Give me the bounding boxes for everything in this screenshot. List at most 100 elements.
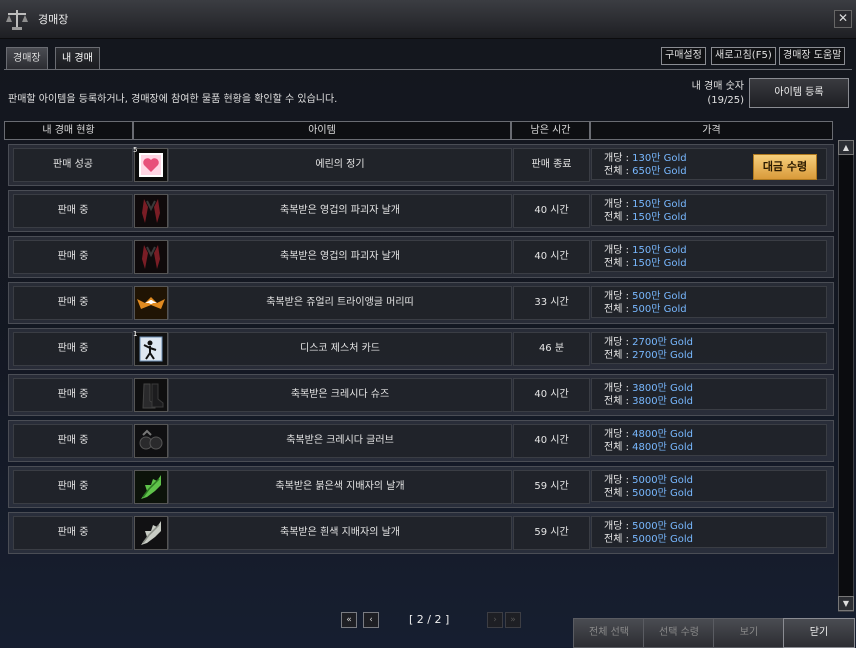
auction-row[interactable]: 판매 중 축복받은 영겁의 파괴자 날개 40 시간 개당 : 150만 Gol… [8,236,834,278]
auction-row[interactable]: 판매 중 축복받은 흰색 지배자의 날개 59 시간 개당 : 5000만 Go… [8,512,834,554]
row-status: 판매 중 [13,424,133,458]
total-price-label: 전체 : [604,166,633,177]
tab-auction-house[interactable]: 경매장 [6,47,48,70]
unit-price-line: 개당 : 5000만 Gold [604,474,826,487]
white-wing-icon [134,516,168,550]
prev-page-button[interactable]: ‹ [363,612,379,628]
first-page-button[interactable]: « [341,612,357,628]
row-item-name: 축복받은 크레시다 슈즈 [168,378,512,412]
auction-row[interactable]: 판매 중 축복받은 쥬얼리 트라이앵글 머리띠 33 시간 개당 : 500만 … [8,282,834,324]
unit-price-label: 개당 : [604,429,633,440]
tab-my-auction[interactable]: 내 경매 [55,47,100,70]
scroll-up-button[interactable]: ▲ [838,140,854,155]
my-auction-count-label: 내 경매 숫자 [691,81,744,92]
unit-price-label: 개당 : [604,291,633,302]
total-price-value: 650만 Gold [632,166,687,177]
description-text: 판매할 아이템을 등록하거나, 경매장에 참여한 물품 현황을 확인할 수 있습… [8,94,338,105]
total-price-label: 전체 : [604,534,633,545]
row-item-name: 축복받은 영겁의 파괴자 날개 [168,194,512,228]
row-item-name: 축복받은 흰색 지배자의 날개 [168,516,512,550]
unit-price-line: 개당 : 500만 Gold [604,290,826,303]
total-price-label: 전체 : [604,396,633,407]
auction-row[interactable]: 판매 중 축복받은 붉은색 지배자의 날개 59 시간 개당 : 5000만 G… [8,466,834,508]
item-quantity: 5 [133,146,138,154]
unit-price-label: 개당 : [604,337,633,348]
row-remaining-time: 46 분 [513,332,590,366]
row-price: 개당 : 2700만 Gold 전체 : 2700만 Gold [591,332,827,364]
row-item-name: 축복받은 붉은색 지배자의 날개 [168,470,512,504]
item-quantity: 1 [133,330,138,338]
dark-wings-icon [134,194,168,228]
row-status: 판매 중 [13,194,133,228]
row-status: 판매 중 [13,240,133,274]
total-price-value: 3800만 Gold [632,396,693,407]
total-price-label: 전체 : [604,488,633,499]
total-price-label: 전체 : [604,350,633,361]
next-page-button[interactable]: › [487,612,503,628]
scrollbar-track[interactable] [838,140,854,612]
row-item-name: 축복받은 쥬얼리 트라이앵글 머리띠 [168,286,512,320]
row-remaining-time: 40 시간 [513,378,590,412]
total-price-line: 전체 : 5000만 Gold [604,533,826,546]
auction-list: 판매 성공 5 에린의 정기 판매 종료 개당 : 130만 Gold 전체 :… [4,140,836,610]
total-price-value: 150만 Gold [632,258,687,269]
row-remaining-time: 판매 종료 [513,148,590,182]
column-header-status: 내 경매 현황 [4,121,133,140]
view-button[interactable]: 보기 [713,618,785,648]
row-item-name: 에린의 정기 [168,148,512,182]
unit-price-label: 개당 : [604,199,633,210]
refresh-button[interactable]: 새로고침(F5) [711,47,776,65]
total-price-line: 전체 : 4800만 Gold [604,441,826,454]
total-price-line: 전체 : 500만 Gold [604,303,826,316]
heart-card-icon [134,148,168,182]
last-page-button[interactable]: » [505,612,521,628]
total-price-line: 전체 : 150만 Gold [604,257,826,270]
purchase-settings-button[interactable]: 구매설정 [661,47,706,65]
title-bar[interactable]: 경매장 ✕ [0,0,856,39]
register-item-button[interactable]: 아이템 등록 [749,78,849,108]
auction-row[interactable]: 판매 중 축복받은 크레시다 글러브 40 시간 개당 : 4800만 Gold… [8,420,834,462]
page-indicator: [ 2 / 2 ] [409,613,450,626]
auction-row[interactable]: 판매 중 1 디스코 제스처 카드 46 분 개당 : 2700만 Gold 전… [8,328,834,370]
row-remaining-time: 59 시간 [513,470,590,504]
unit-price-value: 3800만 Gold [632,383,693,394]
unit-price-line: 개당 : 150만 Gold [604,244,826,257]
shoes-icon [134,378,168,412]
tab-divider [4,69,852,70]
auction-row[interactable]: 판매 중 축복받은 크레시다 슈즈 40 시간 개당 : 3800만 Gold … [8,374,834,416]
window-close-button[interactable]: ✕ [834,10,852,28]
unit-price-label: 개당 : [604,383,633,394]
window-title: 경매장 [38,13,69,26]
unit-price-line: 개당 : 2700만 Gold [604,336,826,349]
total-price-label: 전체 : [604,212,633,223]
my-auction-count: 내 경매 숫자 (19/25) [692,80,744,108]
total-price-line: 전체 : 150만 Gold [604,211,826,224]
auction-row[interactable]: 판매 중 축복받은 영겁의 파괴자 날개 40 시간 개당 : 150만 Gol… [8,190,834,232]
scroll-down-button[interactable]: ▼ [838,596,854,611]
row-remaining-time: 40 시간 [513,194,590,228]
auction-row[interactable]: 판매 성공 5 에린의 정기 판매 종료 개당 : 130만 Gold 전체 :… [8,144,834,186]
row-status: 판매 중 [13,378,133,412]
row-remaining-time: 59 시간 [513,516,590,550]
unit-price-line: 개당 : 4800만 Gold [604,428,826,441]
total-price-line: 전체 : 5000만 Gold [604,487,826,500]
column-header-item: 아이템 [133,121,511,140]
total-price-value: 2700만 Gold [632,350,693,361]
row-price: 개당 : 4800만 Gold 전체 : 4800만 Gold [591,424,827,456]
total-price-value: 5000만 Gold [632,534,693,545]
close-button[interactable]: 닫기 [783,618,855,648]
help-button[interactable]: 경매장 도움말 [779,47,846,65]
total-price-line: 전체 : 3800만 Gold [604,395,826,408]
row-status: 판매 중 [13,332,133,366]
gloves-icon [134,424,168,458]
headband-icon [134,286,168,320]
unit-price-line: 개당 : 5000만 Gold [604,520,826,533]
claim-payment-button[interactable]: 대금 수령 [753,154,817,180]
select-all-button[interactable]: 전체 선택 [573,618,645,648]
claim-selected-button[interactable]: 선택 수령 [643,618,715,648]
total-price-value: 4800만 Gold [632,442,693,453]
row-remaining-time: 33 시간 [513,286,590,320]
total-price-label: 전체 : [604,442,633,453]
unit-price-line: 개당 : 150만 Gold [604,198,826,211]
unit-price-value: 5000만 Gold [632,475,693,486]
